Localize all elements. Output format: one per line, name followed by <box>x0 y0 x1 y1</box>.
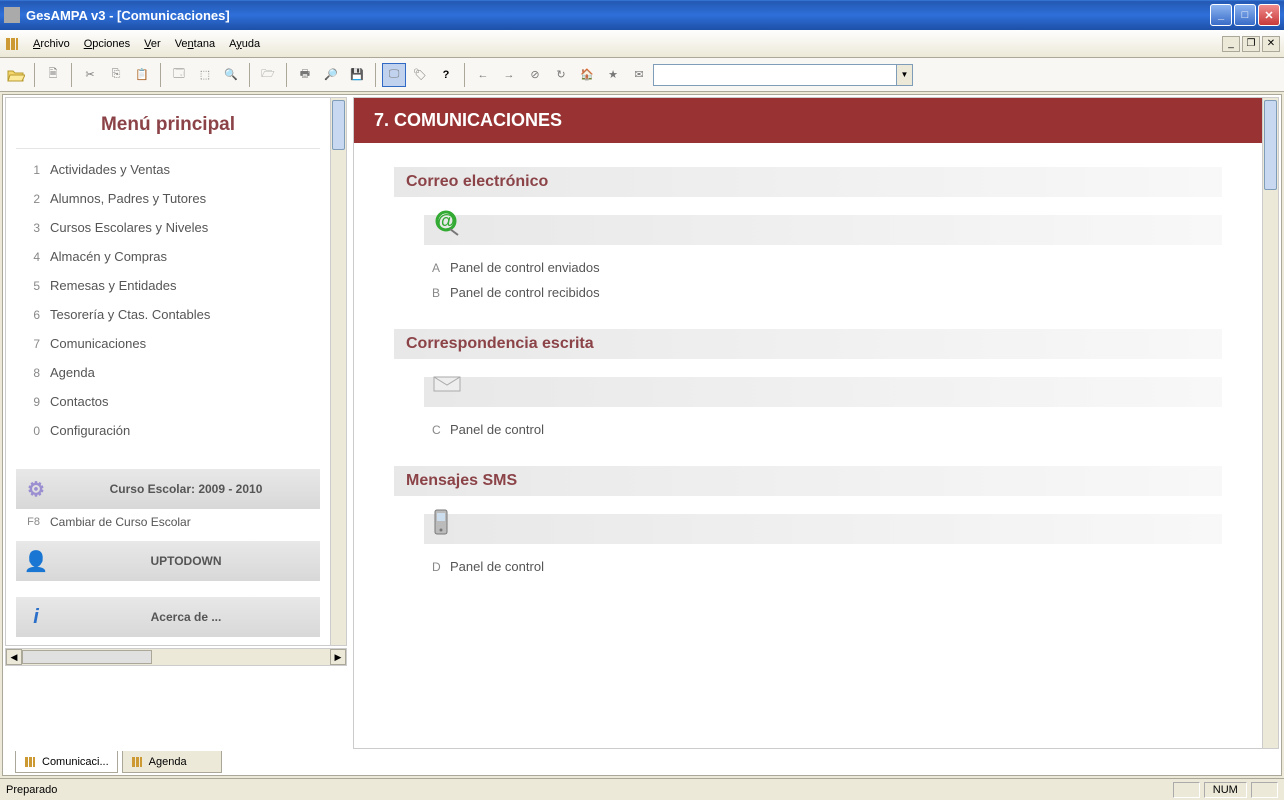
section-1: Correspondencia escrita CPanel de control <box>394 329 1222 442</box>
save-icon[interactable]: 💾 <box>345 63 369 87</box>
status-bar: Preparado NUM <box>0 778 1284 800</box>
sidebar: Menú principal 1Actividades y Ventas2Alu… <box>6 98 330 645</box>
screen-icon[interactable]: 🖵 <box>382 63 406 87</box>
sidebar-item-0[interactable]: 1Actividades y Ventas <box>16 155 320 184</box>
school-year-banner: ⚙ Curso Escolar: 2009 - 2010 <box>16 469 320 509</box>
title-bar: GesAMPA v3 - [Comunicaciones] _ □ ✕ <box>0 0 1284 30</box>
menu-ayuda[interactable]: Ayuda <box>222 34 267 54</box>
print-icon[interactable]: 🖶 <box>293 63 317 87</box>
menu-ventana[interactable]: Ventana <box>168 34 222 54</box>
page-header: 7. COMUNICACIONES <box>354 98 1262 143</box>
mail-icon[interactable]: ✉ <box>627 63 651 87</box>
sidebar-item-8[interactable]: 9Contactos <box>16 387 320 416</box>
close-button[interactable]: ✕ <box>1258 4 1280 26</box>
split-icon[interactable]: ⬚ <box>193 63 217 87</box>
minimize-button[interactable]: _ <box>1210 4 1232 26</box>
folder-icon[interactable]: 🗁 <box>256 63 280 87</box>
svg-text:@: @ <box>437 211 455 231</box>
chevron-down-icon[interactable]: ▼ <box>896 65 912 85</box>
at-icon: @ <box>432 209 464 241</box>
mdi-minimize-button[interactable]: _ <box>1222 36 1240 52</box>
sidebar-item-4[interactable]: 5Remesas y Entidades <box>16 271 320 300</box>
cut-icon[interactable]: ✂ <box>78 63 102 87</box>
content-area: 7. COMUNICACIONES Correo electrónico @ APa… <box>354 98 1262 748</box>
back-icon[interactable]: ← <box>471 63 495 87</box>
sidebar-item-2[interactable]: 3Cursos Escolares y Niveles <box>16 213 320 242</box>
section-title: Mensajes SMS <box>394 466 1222 496</box>
app-menu-icon <box>4 36 20 52</box>
paste-icon[interactable]: 📋 <box>130 63 154 87</box>
section-1-item-0[interactable]: CPanel de control <box>424 417 1222 442</box>
scroll-right-icon[interactable]: ▶ <box>330 649 346 665</box>
stop-icon[interactable]: ⊘ <box>523 63 547 87</box>
sidebar-item-9[interactable]: 0Configuración <box>16 416 320 445</box>
tab-icon <box>24 756 36 768</box>
change-school-year[interactable]: F8 Cambiar de Curso Escolar <box>16 509 320 535</box>
toolbar: 🗎 ✂ ⎘ 📋 🗔 ⬚ 🔍 🗁 🖶 🔎 💾 🖵 🏷 ? ← → ⊘ ↻ 🏠 ★ … <box>0 58 1284 92</box>
tab-icon <box>131 756 143 768</box>
new-doc-icon[interactable]: 🗎 <box>41 63 65 87</box>
section-2: Mensajes SMS DPanel de control <box>394 466 1222 579</box>
section-2-item-0[interactable]: DPanel de control <box>424 554 1222 579</box>
sidebar-title: Menú principal <box>16 106 320 149</box>
maximize-button[interactable]: □ <box>1234 4 1256 26</box>
section-title: Correspondencia escrita <box>394 329 1222 359</box>
sidebar-hscroll[interactable]: ◀ ▶ <box>5 648 347 666</box>
section-0-item-0[interactable]: APanel de control enviados <box>424 255 1222 280</box>
favorites-icon[interactable]: ★ <box>601 63 625 87</box>
tab-0[interactable]: Comunicaci... <box>15 751 118 773</box>
mdi-restore-button[interactable]: ❐ <box>1242 36 1260 52</box>
menu-ver[interactable]: Ver <box>137 34 168 54</box>
sidebar-item-5[interactable]: 6Tesorería y Ctas. Contables <box>16 300 320 329</box>
refresh-icon[interactable]: ↻ <box>549 63 573 87</box>
status-num: NUM <box>1204 782 1247 798</box>
sidebar-scrollbar[interactable] <box>330 98 346 645</box>
scroll-left-icon[interactable]: ◀ <box>6 649 22 665</box>
menu-bar: Archivo Opciones Ver Ventana Ayuda _ ❐ ✕ <box>0 30 1284 58</box>
section-title: Correo electrónico <box>394 167 1222 197</box>
envelope-icon <box>432 371 464 403</box>
user-banner: 👤 UPTODOWN <box>16 541 320 581</box>
tag-icon[interactable]: 🏷 <box>408 63 432 87</box>
section-0: Correo electrónico @ APanel de control env… <box>394 167 1222 305</box>
about-banner[interactable]: i Acerca de ... <box>16 597 320 637</box>
mdi-close-button[interactable]: ✕ <box>1262 36 1280 52</box>
info-icon: i <box>22 603 50 631</box>
section-0-item-1[interactable]: BPanel de control recibidos <box>424 280 1222 305</box>
sidebar-item-7[interactable]: 8Agenda <box>16 358 320 387</box>
window-title: GesAMPA v3 - [Comunicaciones] <box>26 8 1210 23</box>
gear-icon: ⚙ <box>22 475 50 503</box>
sidebar-item-3[interactable]: 4Almacén y Compras <box>16 242 320 271</box>
copy-icon[interactable]: ⎘ <box>104 63 128 87</box>
help-icon[interactable]: ? <box>434 63 458 87</box>
content-scrollbar[interactable] <box>1262 98 1278 748</box>
preview-icon[interactable]: 🔎 <box>319 63 343 87</box>
app-icon <box>4 7 20 23</box>
user-icon: 👤 <box>22 547 50 575</box>
forward-icon[interactable]: → <box>497 63 521 87</box>
document-tabs: Comunicaci...Agenda <box>5 749 1279 773</box>
sidebar-item-6[interactable]: 7Comunicaciones <box>16 329 320 358</box>
menu-archivo[interactable]: Archivo <box>26 34 77 54</box>
window-icon[interactable]: 🗔 <box>167 63 191 87</box>
open-icon[interactable] <box>4 63 28 87</box>
status-text: Preparado <box>6 784 1169 796</box>
phone-icon <box>432 508 464 540</box>
sidebar-item-1[interactable]: 2Alumnos, Padres y Tutores <box>16 184 320 213</box>
tab-1[interactable]: Agenda <box>122 751 222 773</box>
zoom-icon[interactable]: 🔍 <box>219 63 243 87</box>
address-combo[interactable]: ▼ <box>653 64 913 86</box>
menu-opciones[interactable]: Opciones <box>77 34 137 54</box>
home-icon[interactable]: 🏠 <box>575 63 599 87</box>
